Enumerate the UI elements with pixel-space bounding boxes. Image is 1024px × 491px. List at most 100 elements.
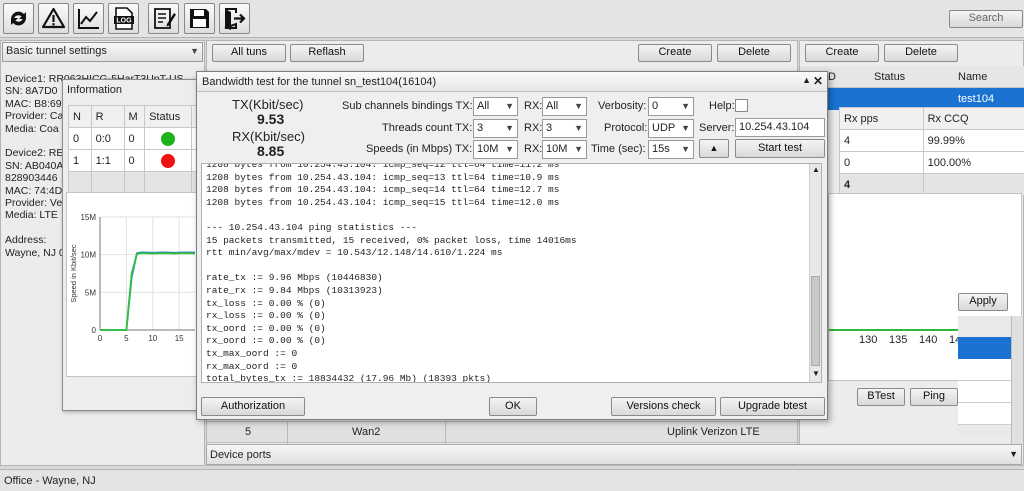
- time-label: Time (sec):: [591, 143, 646, 155]
- table-cell: [123, 171, 146, 194]
- select-value: All: [477, 100, 490, 112]
- status-dot-red: [161, 153, 176, 168]
- table-row[interactable]: 4 99.99%: [839, 129, 1024, 152]
- column-header: Name: [958, 71, 988, 83]
- exit-icon[interactable]: [219, 3, 250, 34]
- status-text: Office - Wayne, NJ: [4, 475, 96, 487]
- help-checkbox[interactable]: [735, 99, 748, 112]
- warning-icon[interactable]: [38, 3, 69, 34]
- speeds-tx-select[interactable]: 10M ▼: [473, 140, 518, 159]
- divider: [445, 422, 446, 444]
- table-cell: 0: [839, 151, 924, 174]
- edit-icon[interactable]: [148, 3, 179, 34]
- table-cell: 99.99%: [922, 129, 1024, 152]
- verbosity-select[interactable]: 0 ▼: [648, 97, 694, 116]
- port-row[interactable]: 5 Wan2 Uplink Verizon LTE: [207, 421, 797, 444]
- table-cell: 100.00%: [922, 151, 1024, 174]
- create-button[interactable]: Create: [638, 44, 712, 62]
- protocol-select[interactable]: UDP ▼: [648, 119, 694, 138]
- threads-label: Threads count TX:: [382, 122, 473, 134]
- tunnel-settings-select[interactable]: Basic tunnel settings ▼: [2, 42, 203, 62]
- select-value: 3: [546, 122, 553, 134]
- versions-check-button[interactable]: Versions check: [611, 397, 716, 416]
- device-ports-select[interactable]: Device ports ▼: [206, 444, 1022, 465]
- search-button[interactable]: Search: [949, 10, 1023, 28]
- chevron-down-icon: ▼: [681, 101, 690, 111]
- log-output: 1208 bytes from 10.254.43.104: icmp_seq=…: [201, 163, 822, 383]
- toolbar: LOG Search: [0, 0, 1024, 38]
- close-icon[interactable]: ✕: [813, 74, 823, 88]
- chevron-down-icon: ▼: [505, 144, 514, 154]
- select-value: 10M: [477, 143, 499, 155]
- tunnel-name: test104: [958, 93, 995, 105]
- delete-button[interactable]: Delete: [717, 44, 791, 62]
- subch-label: Sub channels bindings TX:: [342, 100, 473, 112]
- rx-label-threads: RX:: [524, 122, 543, 134]
- server-label: Server:: [699, 122, 735, 134]
- protocol-label: Protocol:: [604, 122, 648, 134]
- scroll-down-icon[interactable]: ▼: [812, 369, 820, 378]
- select-value: 10M: [546, 143, 568, 155]
- y-axis-label: Speed in Kbit/sec: [69, 244, 78, 303]
- ok-button[interactable]: OK: [489, 397, 537, 416]
- port-name: Wan2: [352, 426, 381, 438]
- threads-tx-select[interactable]: 3 ▼: [473, 119, 518, 138]
- threads-rx-select[interactable]: 3 ▼: [542, 119, 587, 138]
- info-table: N R M Status C 0 0:0 0 1 1 1:1 0 7: [68, 105, 213, 194]
- log-icon[interactable]: LOG: [108, 3, 139, 34]
- chevron-down-icon: ▼: [681, 123, 690, 133]
- start-test-button[interactable]: Start test: [735, 139, 825, 158]
- log-icon-text: LOG: [116, 18, 132, 25]
- tunnel-table-header: D Status Name: [800, 66, 1024, 88]
- upgrade-btest-button[interactable]: Upgrade btest: [720, 397, 825, 416]
- select-value: 0: [652, 100, 659, 112]
- scroll-up-icon[interactable]: ▲: [812, 165, 820, 174]
- reflash-button[interactable]: Reflash: [290, 44, 364, 62]
- speed-chart: 0 5M 10M 15M 0 5 10 15 Speed in Kbit/sec: [66, 192, 198, 377]
- time-select[interactable]: 15s ▼: [648, 140, 694, 159]
- maximize-icon[interactable]: ▲: [802, 75, 811, 85]
- column-header: N: [68, 105, 92, 128]
- apply-button[interactable]: Apply: [958, 293, 1008, 311]
- table-cell: 0: [68, 127, 92, 150]
- scrollbar[interactable]: [1011, 316, 1023, 446]
- server-input[interactable]: 10.254.43.104: [735, 118, 825, 137]
- x-tick-label: 135: [889, 334, 908, 346]
- table-cell: 0: [123, 127, 146, 150]
- delete-button-right[interactable]: Delete: [884, 44, 958, 62]
- table-row[interactable]: 0 100.00%: [839, 151, 1024, 174]
- verbosity-label: Verbosity:: [598, 100, 647, 112]
- x-tick-label: 0: [98, 334, 103, 343]
- chevron-down-icon: ▼: [190, 46, 199, 56]
- column-header: Status: [874, 71, 906, 83]
- subch-tx-select[interactable]: All ▼: [473, 97, 518, 116]
- chevron-down-icon: ▼: [505, 123, 514, 133]
- refresh-icon[interactable]: [3, 3, 34, 34]
- scrollbar-thumb[interactable]: [811, 276, 820, 366]
- create-button-right[interactable]: Create: [805, 44, 879, 62]
- column-header: M: [123, 105, 146, 128]
- table-cell: [144, 171, 193, 194]
- table-cell: [68, 171, 92, 194]
- table-cell: [90, 171, 125, 194]
- ping-button[interactable]: Ping: [910, 388, 958, 406]
- collapse-button[interactable]: ▲: [699, 139, 729, 158]
- column-header: D: [828, 71, 836, 83]
- table-row[interactable]: 0 0:0 0 1: [68, 127, 213, 150]
- select-value: UDP: [652, 122, 676, 134]
- x-tick-label: 15: [175, 334, 184, 343]
- authorization-button[interactable]: Authorization: [201, 397, 305, 416]
- chevron-down-icon: ▼: [574, 144, 583, 154]
- all-tuns-button[interactable]: All tuns: [212, 44, 286, 62]
- rx-label-subch: RX:: [524, 100, 543, 112]
- tunnel-settings-select-value: Basic tunnel settings: [6, 45, 107, 57]
- speeds-rx-select[interactable]: 10M ▼: [542, 140, 587, 159]
- table-row[interactable]: 1 1:1 0 7: [68, 149, 213, 172]
- speed-chart-svg: 0 5M 10M 15M 0 5 10 15 Speed in Kbit/sec: [69, 213, 196, 343]
- save-icon[interactable]: [184, 3, 215, 34]
- scrollbar[interactable]: ▲ ▼: [809, 164, 821, 382]
- subch-rx-select[interactable]: All ▼: [542, 97, 587, 116]
- port-number: 5: [245, 426, 252, 438]
- chart-icon[interactable]: [73, 3, 104, 34]
- btest-button[interactable]: BTest: [857, 388, 905, 406]
